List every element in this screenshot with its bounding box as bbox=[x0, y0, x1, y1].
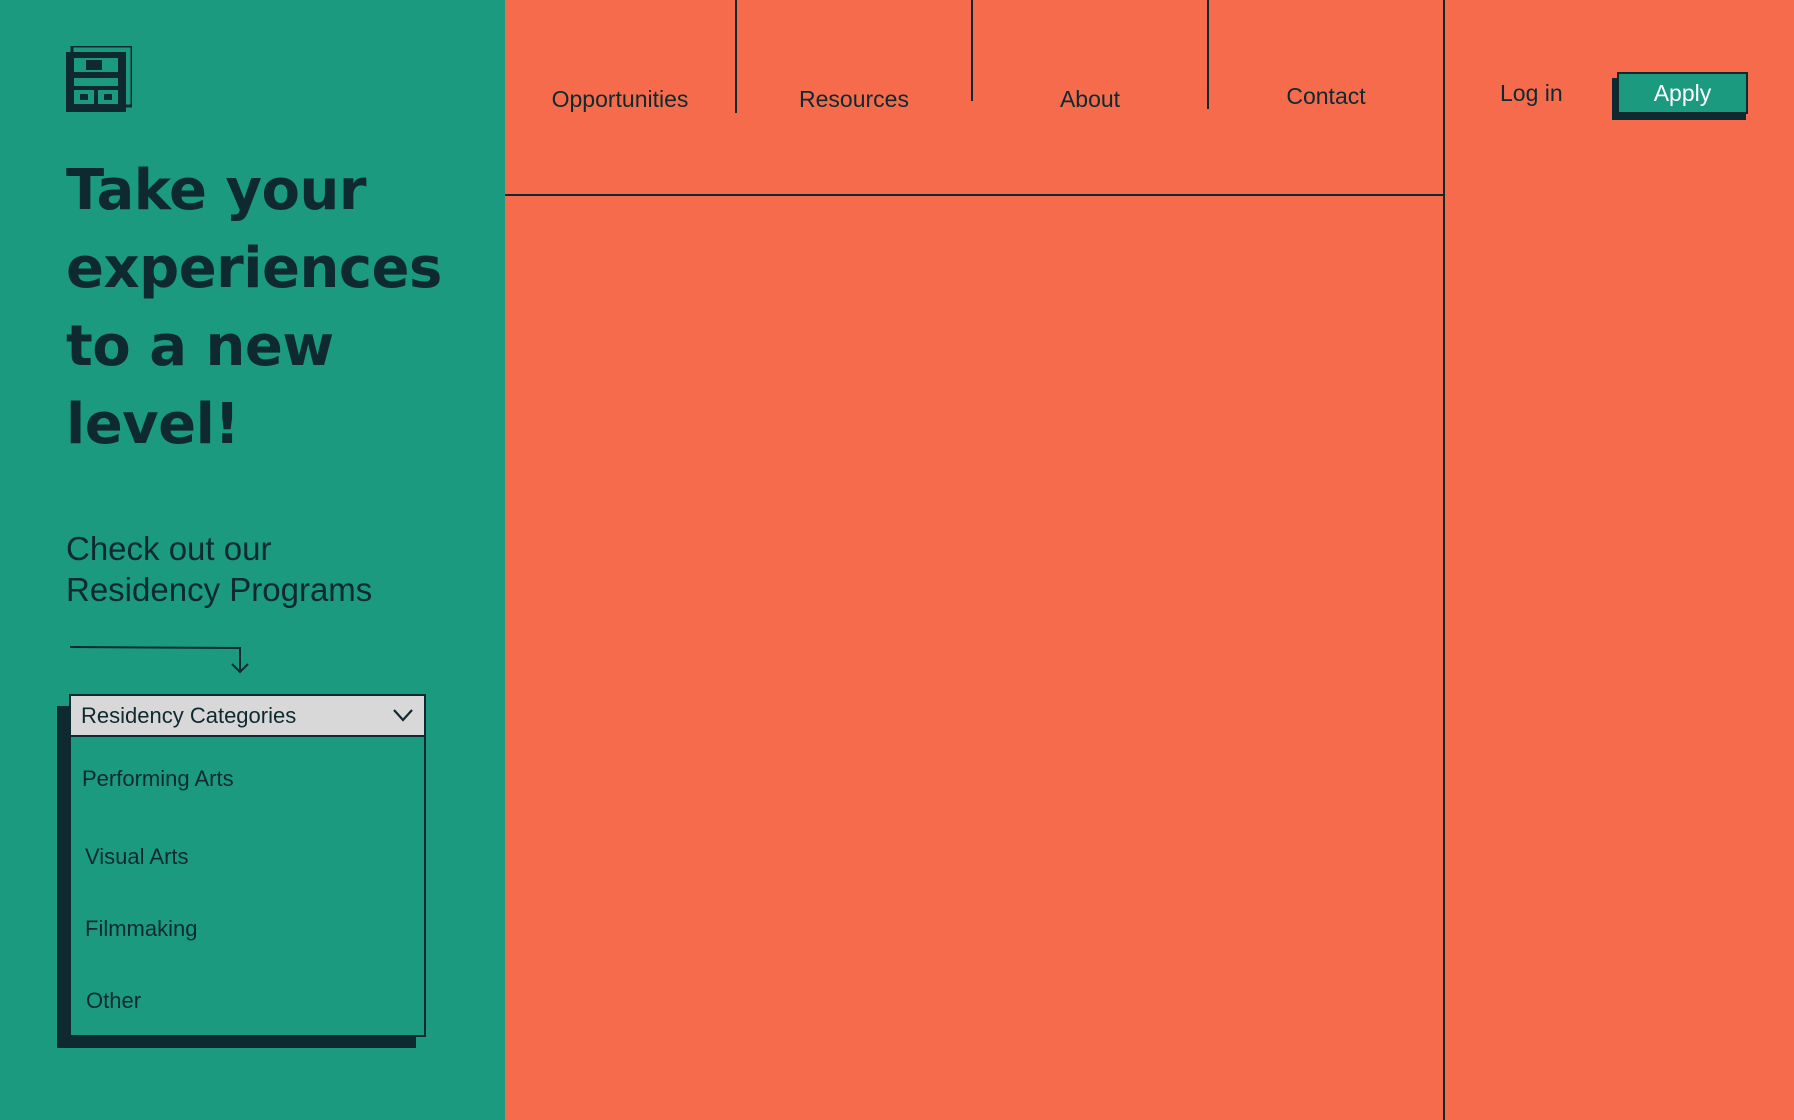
right-panel bbox=[505, 0, 1794, 1120]
headline-line: level! bbox=[66, 392, 240, 457]
nav-resources[interactable]: Resources bbox=[737, 86, 971, 113]
brand-logo-icon[interactable] bbox=[66, 46, 132, 112]
option-visual-arts[interactable]: Visual Arts bbox=[85, 837, 415, 877]
hero-headline: Take your experiences to a new level! bbox=[66, 152, 496, 464]
subhead-line: Check out our bbox=[66, 530, 272, 567]
option-performing-arts[interactable]: Performing Arts bbox=[82, 759, 412, 799]
subhead-line: Residency Programs bbox=[66, 571, 373, 608]
residency-category-select[interactable]: Residency Categories bbox=[69, 694, 426, 737]
arrow-down-icon bbox=[69, 646, 249, 674]
option-other[interactable]: Other bbox=[86, 981, 416, 1021]
apply-button[interactable]: Apply bbox=[1617, 72, 1748, 114]
login-link[interactable]: Log in bbox=[1500, 80, 1563, 107]
headline-line: to a new bbox=[66, 314, 334, 379]
nav-about[interactable]: About bbox=[973, 86, 1207, 113]
headline-line: Take your bbox=[66, 158, 366, 223]
column-divider bbox=[1443, 0, 1445, 1120]
hero-subhead: Check out our Residency Programs bbox=[66, 528, 486, 610]
nav-contact[interactable]: Contact bbox=[1209, 83, 1443, 110]
chevron-down-icon bbox=[393, 709, 413, 722]
select-value: Residency Categories bbox=[81, 702, 297, 728]
header-divider bbox=[505, 194, 1444, 196]
option-filmmaking[interactable]: Filmmaking bbox=[85, 909, 415, 949]
headline-line: experiences bbox=[66, 236, 442, 301]
nav-opportunities[interactable]: Opportunities bbox=[505, 86, 735, 113]
